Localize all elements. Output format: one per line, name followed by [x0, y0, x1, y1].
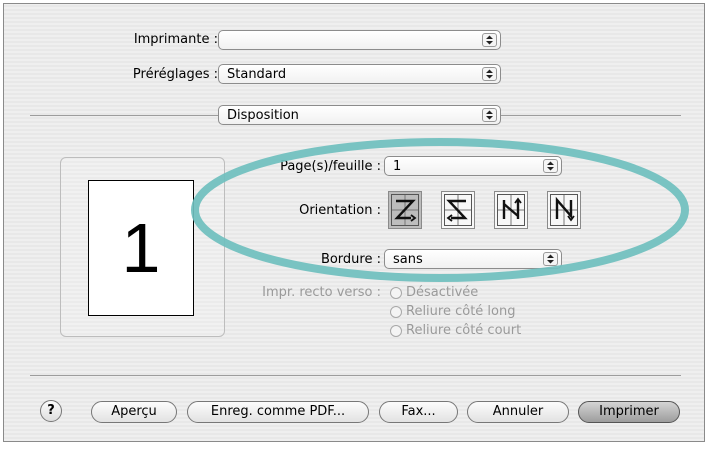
cancel-button[interactable]: Annuler: [467, 401, 569, 423]
preview-button[interactable]: Aperçu: [91, 401, 177, 423]
highlight-ellipse: [191, 138, 689, 282]
separator: [30, 375, 681, 376]
print-button[interactable]: Imprimer: [578, 401, 680, 423]
fax-button[interactable]: Fax...: [379, 401, 458, 423]
help-button[interactable]: ?: [40, 400, 62, 422]
save-as-pdf-button[interactable]: Enreg. comme PDF...: [187, 401, 369, 423]
